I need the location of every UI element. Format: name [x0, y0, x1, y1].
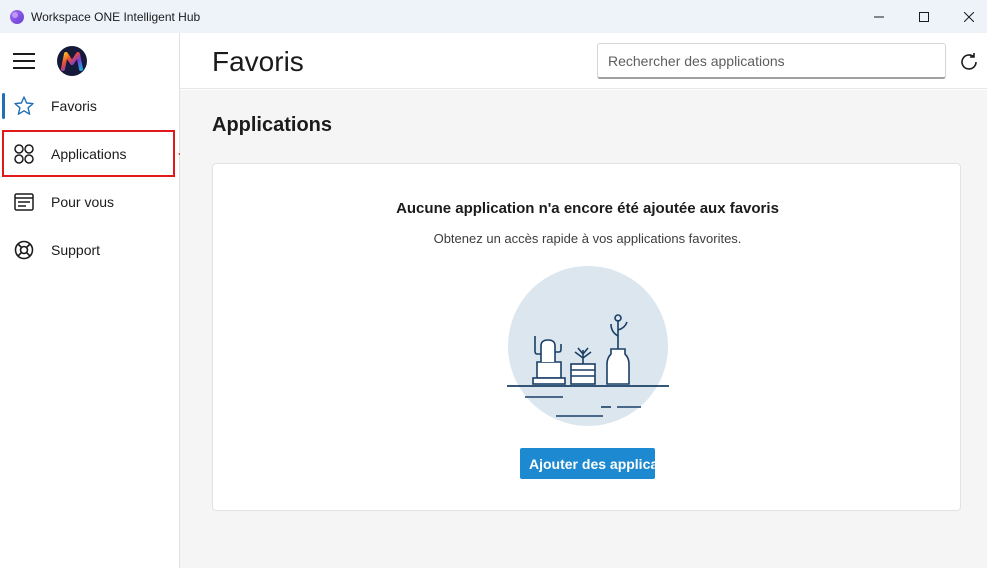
- main-content: Applications Aucune application n'a enco…: [180, 90, 987, 568]
- minimize-button[interactable]: [856, 0, 902, 33]
- sidebar-item-label: Support: [51, 242, 101, 258]
- app-icon: [10, 10, 24, 24]
- maximize-button[interactable]: [901, 0, 947, 33]
- annotation-highlight-box: [2, 130, 175, 177]
- empty-state-card: Aucune application n'a encore été ajouté…: [212, 163, 961, 511]
- sidebar-item-support[interactable]: Support: [0, 228, 179, 272]
- title-bar: Workspace ONE Intelligent Hub: [0, 0, 987, 33]
- close-icon: [964, 11, 974, 22]
- empty-state-subtitle: Obtenez un accès rapide à vos applicatio…: [433, 231, 742, 246]
- maximize-icon: [919, 11, 929, 22]
- page-title: Favoris: [212, 46, 304, 77]
- add-applications-button[interactable]: Ajouter des applications: [520, 448, 655, 479]
- header: Favoris: [180, 33, 987, 89]
- sidebar-item-label: Pour vous: [51, 194, 115, 210]
- window-title: Workspace ONE Intelligent Hub: [31, 10, 201, 24]
- logo-icon: [57, 46, 87, 76]
- search-input[interactable]: [597, 43, 946, 79]
- refresh-icon[interactable]: [958, 51, 980, 73]
- hamburger-icon[interactable]: [13, 52, 35, 70]
- section-title: Applications: [212, 114, 333, 136]
- lifebuoy-icon: [14, 240, 34, 260]
- sidebar-item-pour-vous[interactable]: Pour vous: [0, 180, 179, 224]
- empty-state-title: Aucune application n'a encore été ajouté…: [396, 200, 779, 217]
- potted-plants-illustration: [507, 266, 669, 426]
- sidebar-item-favoris[interactable]: Favoris: [0, 84, 179, 128]
- close-button[interactable]: [946, 0, 987, 33]
- star-icon: [14, 96, 34, 115]
- feed-icon: [14, 193, 34, 211]
- sidebar-item-label: Favoris: [51, 98, 97, 114]
- minimize-icon: [874, 16, 884, 17]
